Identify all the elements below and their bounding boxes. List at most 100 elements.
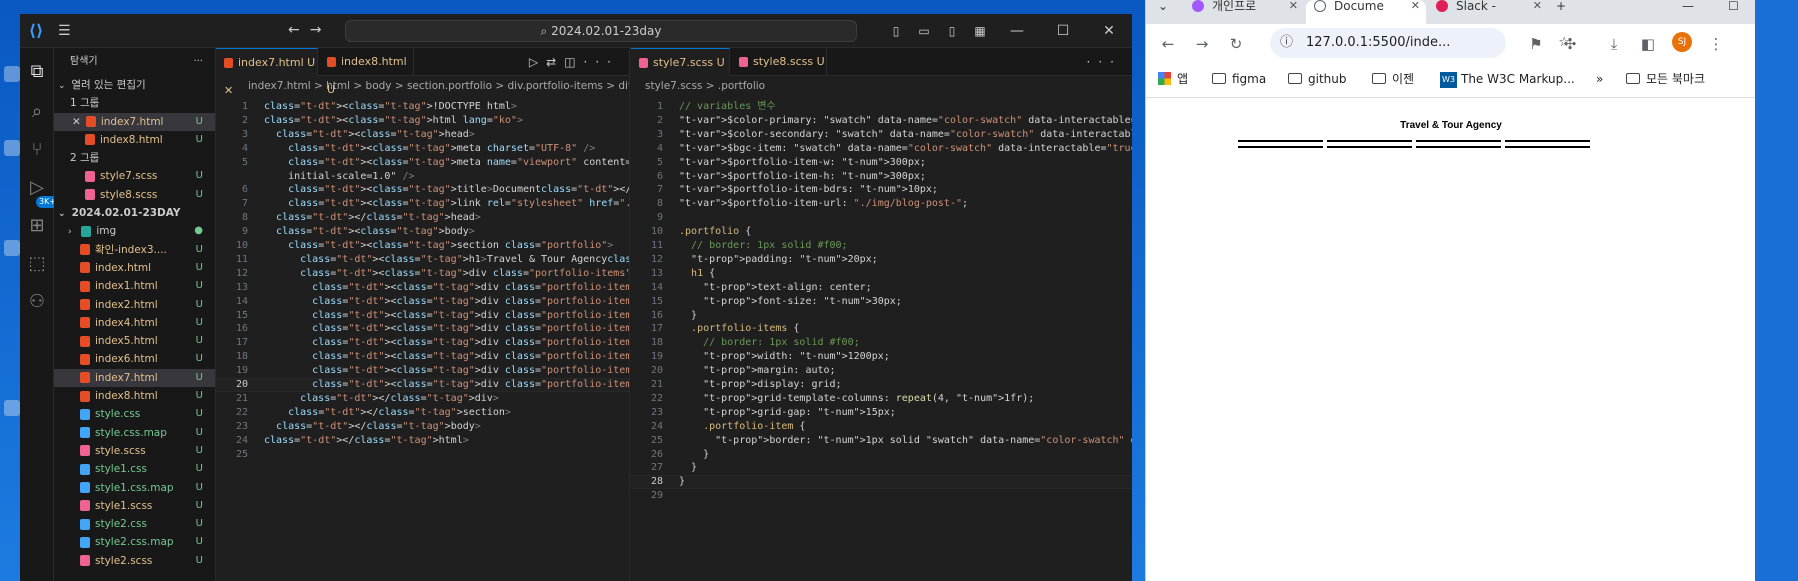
- toggle-panel-icon[interactable]: ▭: [910, 24, 938, 38]
- open-editor-item[interactable]: index8.html U: [54, 131, 215, 149]
- code-line[interactable]: class="t-dt"><class="t-tag">!DOCTYPE htm…: [264, 100, 517, 114]
- code-line[interactable]: h1 {: [679, 267, 715, 281]
- close-tab-icon[interactable]: ✕: [1411, 0, 1420, 12]
- remote-icon[interactable]: ⬚: [25, 252, 49, 276]
- file-tree-item[interactable]: index7.html U: [54, 368, 215, 388]
- file-tree-item[interactable]: style2.scss U: [54, 552, 215, 570]
- file-tree-item[interactable]: index6.html U: [54, 350, 215, 368]
- run-icon[interactable]: ▷: [529, 55, 546, 69]
- bookmark-w3c[interactable]: W3 The W3C Markup...: [1440, 71, 1575, 88]
- file-tree-item[interactable]: index5.html U: [54, 332, 215, 350]
- code-line[interactable]: "t-prop">display: grid;: [679, 378, 841, 392]
- code-line[interactable]: .portfolio {: [679, 225, 751, 239]
- code-line[interactable]: class="t-dt"><class="t-tag">link rel="st…: [264, 197, 629, 211]
- bookmark-folder-github[interactable]: github: [1288, 71, 1346, 87]
- file-tree-item[interactable]: style.scss U: [54, 442, 215, 460]
- code-line[interactable]: class="t-dt"><class="t-tag">div class="p…: [264, 322, 629, 336]
- more-actions-icon[interactable]: ···: [193, 48, 203, 76]
- code-line[interactable]: .portfolio-items {: [679, 322, 799, 336]
- open-editors-section[interactable]: ⌄ 열려 있는 편집기: [54, 76, 215, 94]
- browser-tab[interactable]: Slack - ✕: [1428, 0, 1548, 24]
- file-tree-item[interactable]: index1.html U: [54, 277, 215, 295]
- file-tree-item[interactable]: index4.html U: [54, 314, 215, 332]
- folder-item[interactable]: › img ●: [54, 222, 215, 240]
- code-line[interactable]: class="t-dt"><class="t-tag">div class="p…: [264, 378, 629, 392]
- file-tree-item[interactable]: style.css.map U: [54, 424, 215, 442]
- maximize-button[interactable]: ☐: [1722, 0, 1746, 24]
- all-bookmarks-folder[interactable]: 모든 북마크: [1626, 71, 1705, 87]
- search-icon[interactable]: ⌕: [25, 100, 49, 124]
- code-line[interactable]: class="t-dt"><class="t-tag">section clas…: [264, 239, 613, 253]
- code-line[interactable]: "t-var">$color-primary: "swatch" data-na…: [679, 114, 1132, 128]
- desktop-icon[interactable]: [4, 140, 20, 156]
- close-button[interactable]: ✕: [1086, 23, 1132, 39]
- close-tab-icon[interactable]: ✕: [1533, 0, 1542, 12]
- code-line[interactable]: "t-prop">padding: "t-num">20px;: [679, 253, 878, 267]
- reload-icon[interactable]: ↻: [1226, 34, 1246, 54]
- tab-index8-html[interactable]: index8.html U: [319, 48, 414, 96]
- code-line[interactable]: "t-prop">font-size: "t-num">30px;: [679, 295, 902, 309]
- code-line[interactable]: "t-prop">grid-template-columns: repeat(4…: [679, 392, 1034, 406]
- run-debug-icon[interactable]: ▷: [25, 176, 49, 200]
- toggle-sidebar-icon[interactable]: ▯: [882, 24, 910, 38]
- file-tree-item[interactable]: index2.html U: [54, 296, 215, 314]
- profile-avatar[interactable]: SJ: [1672, 32, 1692, 52]
- download-icon[interactable]: ⤓: [1604, 34, 1624, 54]
- code-line[interactable]: class="t-dt"><class="t-tag">div class="p…: [264, 309, 629, 323]
- open-editor-item[interactable]: style7.scss U: [54, 167, 215, 185]
- browser-tab[interactable]: 개인프로 ✕: [1184, 0, 1304, 24]
- menu-kebab-icon[interactable]: ⋮: [1706, 34, 1726, 54]
- new-tab-button[interactable]: +: [1550, 0, 1574, 24]
- code-line[interactable]: .portfolio-item {: [679, 420, 805, 434]
- menu-icon[interactable]: ☰: [58, 23, 71, 39]
- file-tree-item[interactable]: index8.html U: [54, 387, 215, 405]
- code-line[interactable]: "t-var">$bgc-item: "swatch" data-name="c…: [679, 142, 1132, 156]
- more-actions-icon[interactable]: ···: [584, 55, 619, 69]
- more-bookmarks-icon[interactable]: »: [1596, 71, 1603, 87]
- code-line[interactable]: }: [679, 475, 685, 489]
- code-line[interactable]: // border: 1px solid #f00;: [679, 239, 848, 253]
- file-tree-item[interactable]: style1.scss U: [54, 497, 215, 515]
- code-line[interactable]: class="t-dt"><class="t-tag">body>: [264, 225, 475, 239]
- file-tree-item[interactable]: style.css U: [54, 405, 215, 423]
- split-editor-icon[interactable]: ◫: [564, 55, 583, 69]
- code-line[interactable]: class="t-dt"><class="t-tag">div class="p…: [264, 336, 629, 350]
- file-tree-item[interactable]: style1.css U: [54, 460, 215, 478]
- code-line[interactable]: "t-prop">width: "t-num">1200px;: [679, 350, 890, 364]
- code-line[interactable]: class="t-dt"><class="t-tag">div class="p…: [264, 281, 629, 295]
- accounts-icon[interactable]: ⚇: [25, 290, 49, 314]
- breadcrumb[interactable]: index7.html > html > body > section.port…: [216, 76, 629, 96]
- code-line[interactable]: class="t-dt"><class="t-tag">div class="p…: [264, 350, 629, 364]
- bookmark-apps[interactable]: 앱: [1158, 71, 1188, 87]
- code-line[interactable]: "t-prop">margin: auto;: [679, 364, 835, 378]
- code-line[interactable]: class="t-dt"></class="t-tag">div>: [264, 392, 499, 406]
- code-line[interactable]: // variables 변수: [679, 100, 776, 114]
- code-line[interactable]: class="t-dt"><class="t-tag">meta charset…: [264, 142, 595, 156]
- bookmark-folder-figma[interactable]: figma: [1212, 71, 1266, 87]
- tab-search-icon[interactable]: ⌄: [1150, 0, 1174, 24]
- browser-tab-active[interactable]: Docume ✕: [1306, 0, 1426, 24]
- extensions-icon[interactable]: ⊞: [25, 214, 49, 238]
- code-line[interactable]: class="t-dt"></class="t-tag">head>: [264, 211, 481, 225]
- code-line[interactable]: class="t-dt"></class="t-tag">body>: [264, 420, 481, 434]
- code-line[interactable]: initial-scale=1.0" />: [264, 170, 414, 184]
- close-tab-icon[interactable]: ✕: [1289, 0, 1298, 12]
- code-line[interactable]: class="t-dt"><class="t-tag">html lang="k…: [264, 114, 523, 128]
- breadcrumb[interactable]: style7.scss > .portfolio: [631, 76, 1132, 96]
- maximize-button[interactable]: ☐: [1040, 23, 1086, 39]
- code-line[interactable]: "t-prop">text-align: center;: [679, 281, 872, 295]
- minimize-button[interactable]: —: [994, 23, 1040, 39]
- back-icon[interactable]: ←: [1158, 34, 1178, 54]
- open-editor-item[interactable]: ✕ index7.html U: [54, 112, 215, 131]
- extension-icon[interactable]: ⚑: [1526, 34, 1546, 54]
- code-line[interactable]: class="t-dt"><class="t-tag">title>Docume…: [264, 183, 629, 197]
- code-line[interactable]: // border: 1px solid #f00;: [679, 336, 860, 350]
- file-tree-item[interactable]: 확인-index3.... U: [54, 241, 215, 259]
- desktop-icon[interactable]: [4, 66, 20, 82]
- code-line[interactable]: "t-prop">border: "t-num">1px solid "swat…: [679, 434, 1132, 448]
- code-line[interactable]: class="t-dt"><class="t-tag">div class="p…: [264, 267, 629, 281]
- code-line[interactable]: class="t-dt"><class="t-tag">meta name="v…: [264, 156, 629, 170]
- code-line[interactable]: class="t-dt"></class="t-tag">section>: [264, 406, 511, 420]
- file-tree-item[interactable]: style2.css U: [54, 515, 215, 533]
- bookmark-folder-izen[interactable]: 이젠: [1372, 71, 1414, 87]
